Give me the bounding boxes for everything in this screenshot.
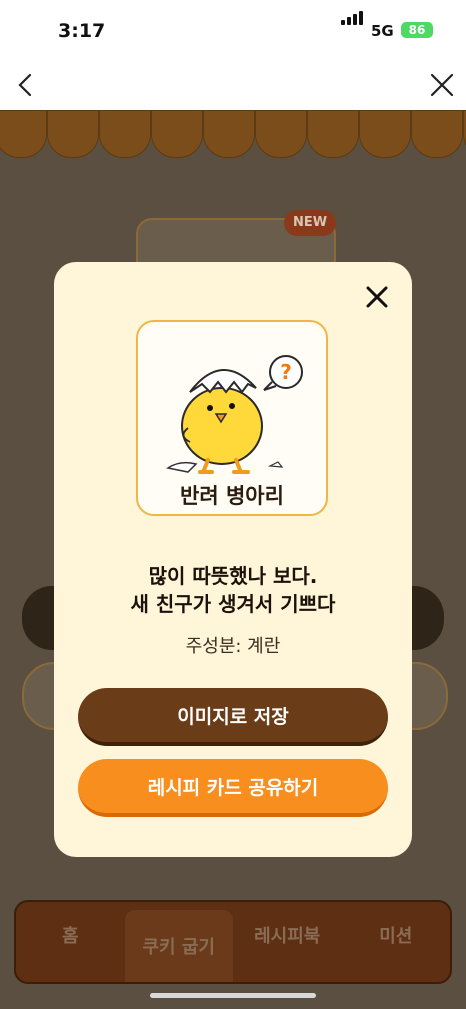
battery-level: 86 (408, 23, 426, 37)
card-title: 반려 병아리 (180, 484, 284, 508)
bottom-tab-bar: 홈 쿠키 굽기 레시피북 미션 (14, 900, 452, 984)
home-indicator (150, 993, 316, 998)
close-icon[interactable] (364, 284, 390, 310)
chevron-left-icon[interactable] (12, 68, 42, 102)
svg-text:?: ? (280, 360, 292, 384)
close-icon[interactable] (426, 68, 458, 102)
awning-decoration (0, 110, 466, 160)
new-badge: NEW (284, 210, 336, 236)
nav-bar (0, 60, 466, 110)
save-image-button[interactable]: 이미지로 저장 (78, 688, 388, 746)
tab-bake-cookie[interactable]: 쿠키 굽기 (124, 910, 233, 982)
share-recipe-card-button[interactable]: 레시피 카드 공유하기 (78, 759, 388, 817)
status-bar: 3:17 5G 86 (0, 0, 466, 60)
tab-mission[interactable]: 미션 (342, 902, 451, 982)
message-line-1: 많이 따뜻했나 보다. (148, 564, 318, 588)
tab-recipe-book[interactable]: 레시피북 (233, 902, 342, 982)
tab-home[interactable]: 홈 (16, 902, 125, 982)
recipe-card-modal: ? 반려 병아리 많이 따뜻했나 보다. 새 친구가 생겨서 기쁘다 주성분: … (54, 262, 412, 857)
ingredient-text: 주성분: 계란 (185, 636, 281, 657)
recipe-card: ? 반려 병아리 (136, 320, 328, 516)
recipe-message: 많이 따뜻했나 보다. 새 친구가 생겨서 기쁘다 (54, 562, 412, 618)
network-label: 5G (371, 22, 394, 40)
status-time: 3:17 (58, 20, 106, 42)
battery-icon: 86 (401, 22, 433, 38)
message-line-2: 새 친구가 생겨서 기쁘다 (130, 592, 336, 616)
chick-illustration: ? (160, 336, 308, 480)
